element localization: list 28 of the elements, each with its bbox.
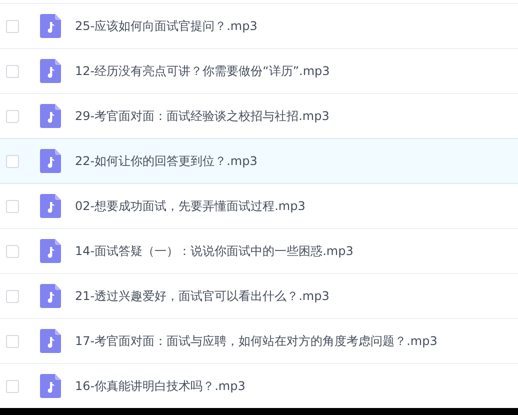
checkbox[interactable] xyxy=(6,334,19,348)
file-name[interactable]: 22-如何让你的回答更到位？.mp3 xyxy=(75,152,258,170)
music-file-icon xyxy=(40,59,61,83)
checkbox[interactable] xyxy=(6,64,19,78)
music-file-icon xyxy=(40,239,61,263)
checkbox[interactable] xyxy=(6,20,19,32)
file-row[interactable]: 22-如何让你的回答更到位？.mp3 xyxy=(0,138,518,184)
checkbox[interactable] xyxy=(6,110,19,122)
file-name[interactable]: 17-考官面对面：面试与应聘，如何站在对方的角度考虑问题？.mp3 xyxy=(75,332,438,350)
music-file-icon xyxy=(40,149,61,173)
checkbox[interactable] xyxy=(6,290,19,302)
file-name[interactable]: 14-面试答疑（一）：说说你面试中的一些困惑.mp3 xyxy=(75,242,354,260)
file-name[interactable]: 25-应该如何向面试官提问？.mp3 xyxy=(75,18,258,34)
checkbox[interactable] xyxy=(6,380,19,392)
file-name[interactable]: 16-你真能讲明白技术吗？.mp3 xyxy=(75,378,246,394)
file-name[interactable]: 21-透过兴趣爱好，面试官可以看出什么？.mp3 xyxy=(75,288,330,304)
checkbox[interactable] xyxy=(6,244,19,258)
checkbox[interactable] xyxy=(6,200,19,212)
file-name[interactable]: 02-想要成功面试，先要弄懂面试过程.mp3 xyxy=(75,198,306,214)
file-name[interactable]: 12-经历没有亮点可讲？你需要做份“详历”.mp3 xyxy=(75,62,330,80)
checkbox[interactable] xyxy=(6,154,19,168)
music-file-icon xyxy=(40,374,61,398)
music-file-icon xyxy=(40,284,61,308)
music-file-icon xyxy=(40,14,61,38)
music-file-icon xyxy=(40,104,61,128)
file-name[interactable]: 29-考官面对面：面试经验谈之校招与社招.mp3 xyxy=(75,108,330,124)
music-file-icon xyxy=(40,194,61,218)
music-file-icon xyxy=(40,329,61,353)
